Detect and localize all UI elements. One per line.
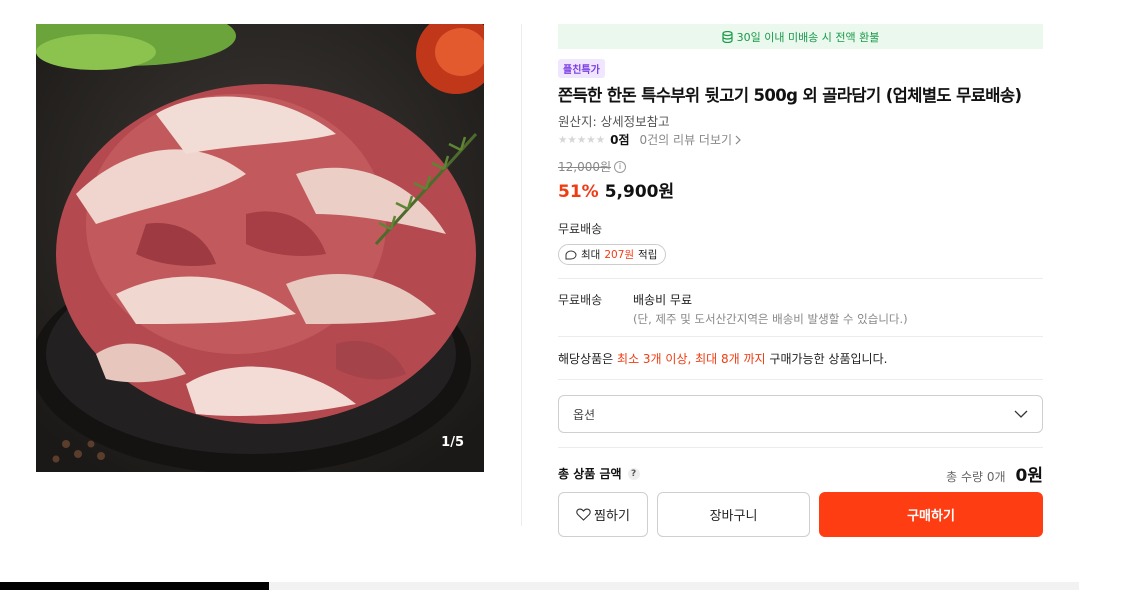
total-amount: 0원 xyxy=(1015,466,1043,486)
refund-banner-text: 30일 이내 미배송 시 전액 환불 xyxy=(736,30,880,44)
limit-suffix: 구매가능한 상품입니다. xyxy=(769,352,888,366)
pork-image xyxy=(36,24,484,472)
wishlist-button[interactable]: 찜하기 xyxy=(558,492,648,537)
divider xyxy=(558,447,1043,448)
sale-price: 5,900원 xyxy=(604,182,675,202)
product-origin: 원산지: 상세정보참고 xyxy=(558,114,670,129)
shipping-fee: 배송비 무료 xyxy=(633,293,693,307)
shipping-note: (단, 제주 및 도서산간지역은 배송비 발생할 수 있습니다.) xyxy=(633,312,908,326)
buy-button[interactable]: 구매하기 xyxy=(819,492,1043,537)
price-row: 51% 5,900원 xyxy=(558,177,1043,202)
shipping-row-label: 무료배송 xyxy=(558,293,603,307)
action-buttons: 찜하기 장바구니 구매하기 xyxy=(558,492,1043,537)
limit-highlight: 최소 3개 이상, 최대 8개 까지 xyxy=(617,352,766,366)
points-chip: 최대 207원 적립 xyxy=(558,244,667,265)
tab-indicator-active xyxy=(0,582,269,590)
points-prefix: 최대 xyxy=(581,249,601,261)
product-title: 쫀득한 한돈 특수부위 뒷고기 500g 외 골라담기 (업체별도 무료배송) xyxy=(558,86,1022,105)
points-icon xyxy=(565,249,577,259)
points-amount: 207원 xyxy=(604,249,635,261)
original-price-row: 12,000원 i xyxy=(558,158,1043,175)
rating-row: ★ ★ ★ ★ ★ 0점 0건의 리뷰 더보기 xyxy=(558,131,1043,148)
discount-rate: 51% xyxy=(558,182,599,202)
reviews-link-label: 0건의 리뷰 더보기 xyxy=(639,133,733,147)
tab-indicator-track xyxy=(269,582,1079,590)
refund-banner: 30일 이내 미배송 시 전액 환불 xyxy=(558,24,1043,49)
chevron-right-icon xyxy=(735,135,741,144)
promo-badge: 플친특가 xyxy=(558,59,605,78)
original-price: 12,000원 xyxy=(558,160,612,174)
option-select[interactable]: 옵션 xyxy=(558,395,1043,433)
product-info-panel: 30일 이내 미배송 시 전액 환불 플친특가 쫀득한 한돈 특수부위 뒷고기 … xyxy=(558,24,1043,537)
image-counter: 1/5 xyxy=(441,435,464,450)
option-placeholder: 옵션 xyxy=(573,407,596,422)
rating-stars: ★ ★ ★ ★ ★ xyxy=(558,134,605,146)
info-icon[interactable]: i xyxy=(614,160,627,173)
total-quantity: 총 수량 0개 xyxy=(946,470,1006,484)
total-label: 총 상품 금액 xyxy=(558,467,622,481)
help-icon[interactable]: ? xyxy=(627,467,640,480)
product-image[interactable]: 1/5 xyxy=(36,24,484,472)
star-icon: ★ xyxy=(586,133,596,146)
total-row: 총 상품 금액 ? 총 수량 0개 0원 xyxy=(558,461,1043,486)
purchase-limit-notice: 해당상품은 최소 3개 이상, 최대 8개 까지 구매가능한 상품입니다. xyxy=(558,337,1043,379)
heart-icon xyxy=(576,508,591,521)
panel-divider xyxy=(521,24,522,526)
star-icon: ★ xyxy=(567,133,577,146)
chevron-down-icon xyxy=(1014,410,1028,418)
reviews-link[interactable]: 0건의 리뷰 더보기 xyxy=(640,131,742,148)
points-suffix: 적립 xyxy=(638,249,658,261)
shipping-label: 무료배송 xyxy=(558,222,603,236)
cart-button[interactable]: 장바구니 xyxy=(657,492,810,537)
limit-prefix: 해당상품은 xyxy=(558,352,614,366)
coin-stack-icon xyxy=(721,30,733,43)
star-icon: ★ xyxy=(595,133,606,146)
star-icon: ★ xyxy=(558,133,568,146)
wishlist-label: 찜하기 xyxy=(594,509,630,524)
shipping-info-row: 무료배송 배송비 무료 (단, 제주 및 도서산간지역은 배송비 발생할 수 있… xyxy=(558,279,1043,336)
divider xyxy=(558,379,1043,380)
rating-score: 0점 xyxy=(610,133,630,147)
star-icon: ★ xyxy=(576,133,587,146)
